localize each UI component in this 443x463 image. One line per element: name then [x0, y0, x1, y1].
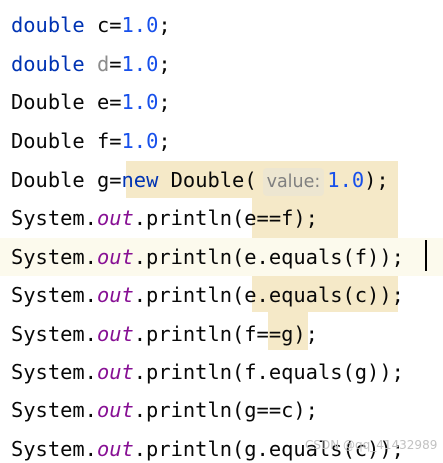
statement-end: );: [379, 245, 404, 269]
number-literal: 1.0: [121, 129, 159, 153]
variable-name: c: [96, 13, 110, 37]
call-argument: f.equals(g): [244, 360, 380, 384]
number-literal: 1.0: [121, 90, 159, 114]
call-argument: e==f: [244, 206, 294, 230]
statement-end: );: [293, 206, 318, 230]
code-line-5[interactable]: Double g=new Double(value: 1.0);: [11, 161, 389, 199]
static-field: out: [96, 360, 134, 384]
variable-name: f: [96, 129, 110, 153]
assign-operator: =: [109, 13, 122, 37]
new-keyword: new: [121, 168, 159, 192]
code-line-2[interactable]: double d=1.0;: [11, 45, 171, 83]
statement-end: ;: [158, 90, 171, 114]
method-call: .println(: [133, 206, 245, 230]
type-keyword: double: [11, 13, 85, 37]
code-line-9[interactable]: System.out.println(f==g);: [11, 315, 318, 353]
text-caret: [425, 240, 427, 271]
code-editor[interactable]: double c=1.0; double d=1.0; Double e=1.0…: [0, 0, 443, 463]
variable-name: e: [96, 90, 110, 114]
call-argument: g==c: [244, 398, 294, 422]
static-field: out: [96, 437, 134, 461]
type-name: Double: [11, 129, 85, 153]
method-call: .println(: [133, 437, 245, 461]
code-line-1[interactable]: double c=1.0;: [11, 6, 171, 44]
class-prefix: System.: [11, 360, 97, 384]
type-keyword: double: [11, 52, 85, 76]
statement-end: );: [379, 360, 404, 384]
statement-end: ;: [158, 13, 171, 37]
type-name: Double: [11, 168, 85, 192]
method-call: .println(: [133, 398, 245, 422]
constructor-name: Double: [170, 168, 245, 192]
class-prefix: System.: [11, 206, 97, 230]
method-call: .println(: [133, 283, 245, 307]
method-call: .println(: [133, 322, 245, 346]
assign-operator: =: [109, 129, 122, 153]
statement-end: );: [293, 322, 318, 346]
variable-name: g: [96, 168, 110, 192]
code-line-3[interactable]: Double e=1.0;: [11, 83, 171, 121]
method-call: .println(: [133, 245, 245, 269]
class-prefix: System.: [11, 283, 97, 307]
static-field: out: [96, 206, 134, 230]
code-line-8[interactable]: System.out.println(e.equals(c));: [11, 276, 404, 314]
class-prefix: System.: [11, 322, 97, 346]
watermark: CSDN @qq_41432989: [305, 438, 438, 452]
parameter-name-hint: value:: [262, 168, 325, 196]
static-field: out: [96, 398, 134, 422]
statement-end: ;: [158, 52, 171, 76]
static-field: out: [96, 245, 134, 269]
number-literal: 1.0: [121, 13, 159, 37]
type-name: Double: [11, 90, 85, 114]
static-field: out: [96, 322, 134, 346]
statement-end: );: [379, 283, 404, 307]
code-line-6[interactable]: System.out.println(e==f);: [11, 199, 318, 237]
class-prefix: System.: [11, 245, 97, 269]
call-argument: e.equals(c): [244, 283, 380, 307]
number-literal: 1.0: [327, 168, 365, 192]
class-prefix: System.: [11, 437, 97, 461]
assign-operator: =: [109, 52, 122, 76]
code-line-4[interactable]: Double f=1.0;: [11, 122, 171, 160]
statement-end: );: [364, 168, 389, 192]
number-literal: 1.0: [121, 52, 159, 76]
code-line-10[interactable]: System.out.println(f.equals(g));: [11, 353, 404, 391]
static-field: out: [96, 283, 134, 307]
code-line-11[interactable]: System.out.println(g==c);: [11, 391, 318, 429]
unused-variable-name: d: [96, 52, 110, 76]
method-call: .println(: [133, 360, 245, 384]
open-paren: (: [244, 168, 257, 192]
statement-end: );: [293, 398, 318, 422]
assign-operator: =: [109, 90, 122, 114]
assign-operator: =: [109, 168, 122, 192]
class-prefix: System.: [11, 398, 97, 422]
code-line-7-current[interactable]: System.out.println(e.equals(f));: [0, 238, 443, 276]
call-argument: f==g: [244, 322, 294, 346]
statement-end: ;: [158, 129, 171, 153]
call-argument: e.equals(f): [244, 245, 380, 269]
